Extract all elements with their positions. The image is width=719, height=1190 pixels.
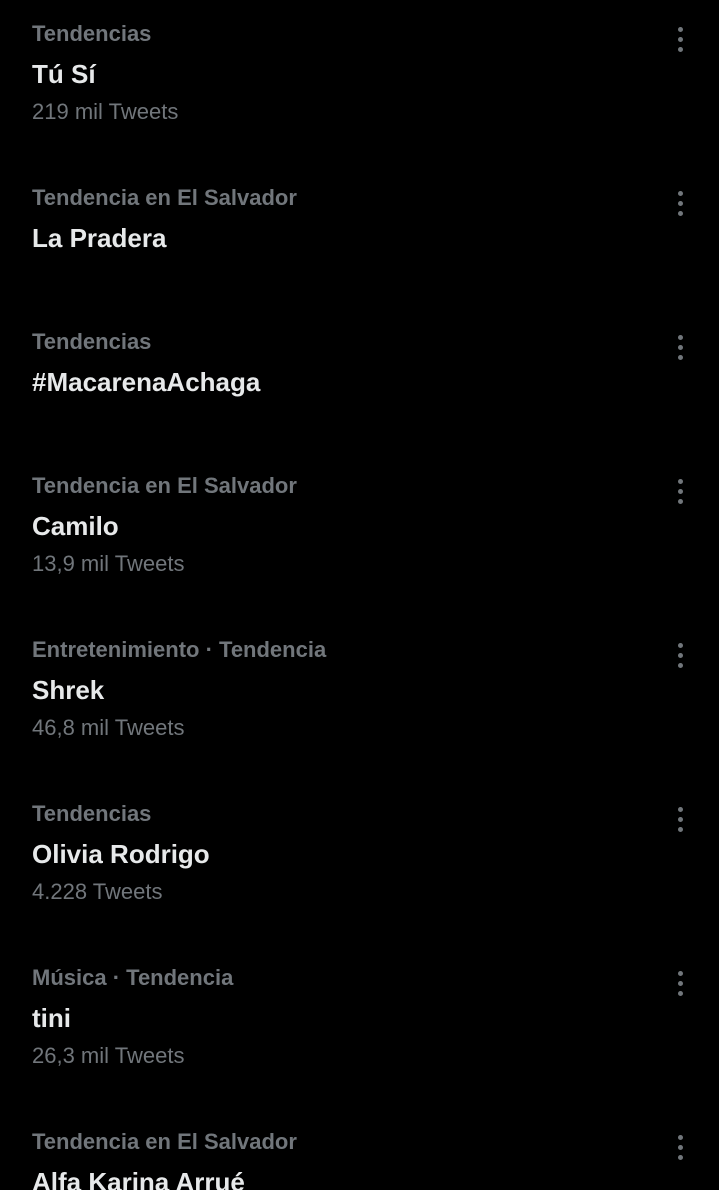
trend-topic: Shrek — [32, 675, 105, 705]
more-options-icon[interactable] — [664, 966, 696, 1000]
trend-item[interactable]: Tendencias Tú Sí 219 mil Tweets — [0, 0, 719, 164]
trend-item[interactable]: Tendencia en El Salvador Camilo 13,9 mil… — [0, 452, 719, 616]
trend-item[interactable]: Música · Tendencia tini 26,3 mil Tweets — [0, 944, 719, 1108]
trend-tweet-count: 13,9 mil Tweets — [32, 551, 185, 576]
trend-item[interactable]: Tendencias #MacarenaAchaga — [0, 308, 719, 472]
trend-tweet-count: 46,8 mil Tweets — [32, 715, 185, 740]
trend-topic: #MacarenaAchaga — [32, 367, 261, 397]
trend-context: Tendencias — [32, 21, 152, 46]
trend-topic: Olivia Rodrigo — [32, 839, 210, 869]
trend-topic: La Pradera — [32, 223, 167, 253]
trend-tweet-count: 219 mil Tweets — [32, 99, 179, 124]
more-options-icon[interactable] — [664, 1130, 696, 1164]
trend-topic: Alfa Karina Arrué — [32, 1167, 245, 1190]
trend-item[interactable]: Tendencia en El Salvador Alfa Karina Arr… — [0, 1108, 719, 1190]
trends-list: Tendencias Tú Sí 219 mil Tweets Tendenci… — [0, 0, 719, 1190]
trend-topic: tini — [32, 1003, 71, 1033]
trend-item[interactable]: Tendencia en El Salvador La Pradera — [0, 164, 719, 328]
trend-tweet-count: 4.228 Tweets — [32, 879, 163, 904]
more-options-icon[interactable] — [664, 22, 696, 56]
trend-context: Tendencias — [32, 801, 152, 826]
trend-context: Tendencia en El Salvador — [32, 473, 297, 498]
trend-context: Música · Tendencia — [32, 965, 234, 990]
trend-tweet-count: 26,3 mil Tweets — [32, 1043, 185, 1068]
trend-item[interactable]: Entretenimiento · Tendencia Shrek 46,8 m… — [0, 616, 719, 780]
more-options-icon[interactable] — [664, 474, 696, 508]
more-options-icon[interactable] — [664, 802, 696, 836]
trend-context: Tendencias — [32, 329, 152, 354]
trend-context: Tendencia en El Salvador — [32, 185, 297, 210]
more-options-icon[interactable] — [664, 330, 696, 364]
trend-topic: Camilo — [32, 511, 119, 541]
more-options-icon[interactable] — [664, 186, 696, 220]
trend-item[interactable]: Tendencias Olivia Rodrigo 4.228 Tweets — [0, 780, 719, 944]
trend-context: Entretenimiento · Tendencia — [32, 637, 327, 662]
trend-context: Tendencia en El Salvador — [32, 1129, 297, 1154]
more-options-icon[interactable] — [664, 638, 696, 672]
trend-topic: Tú Sí — [32, 59, 96, 89]
